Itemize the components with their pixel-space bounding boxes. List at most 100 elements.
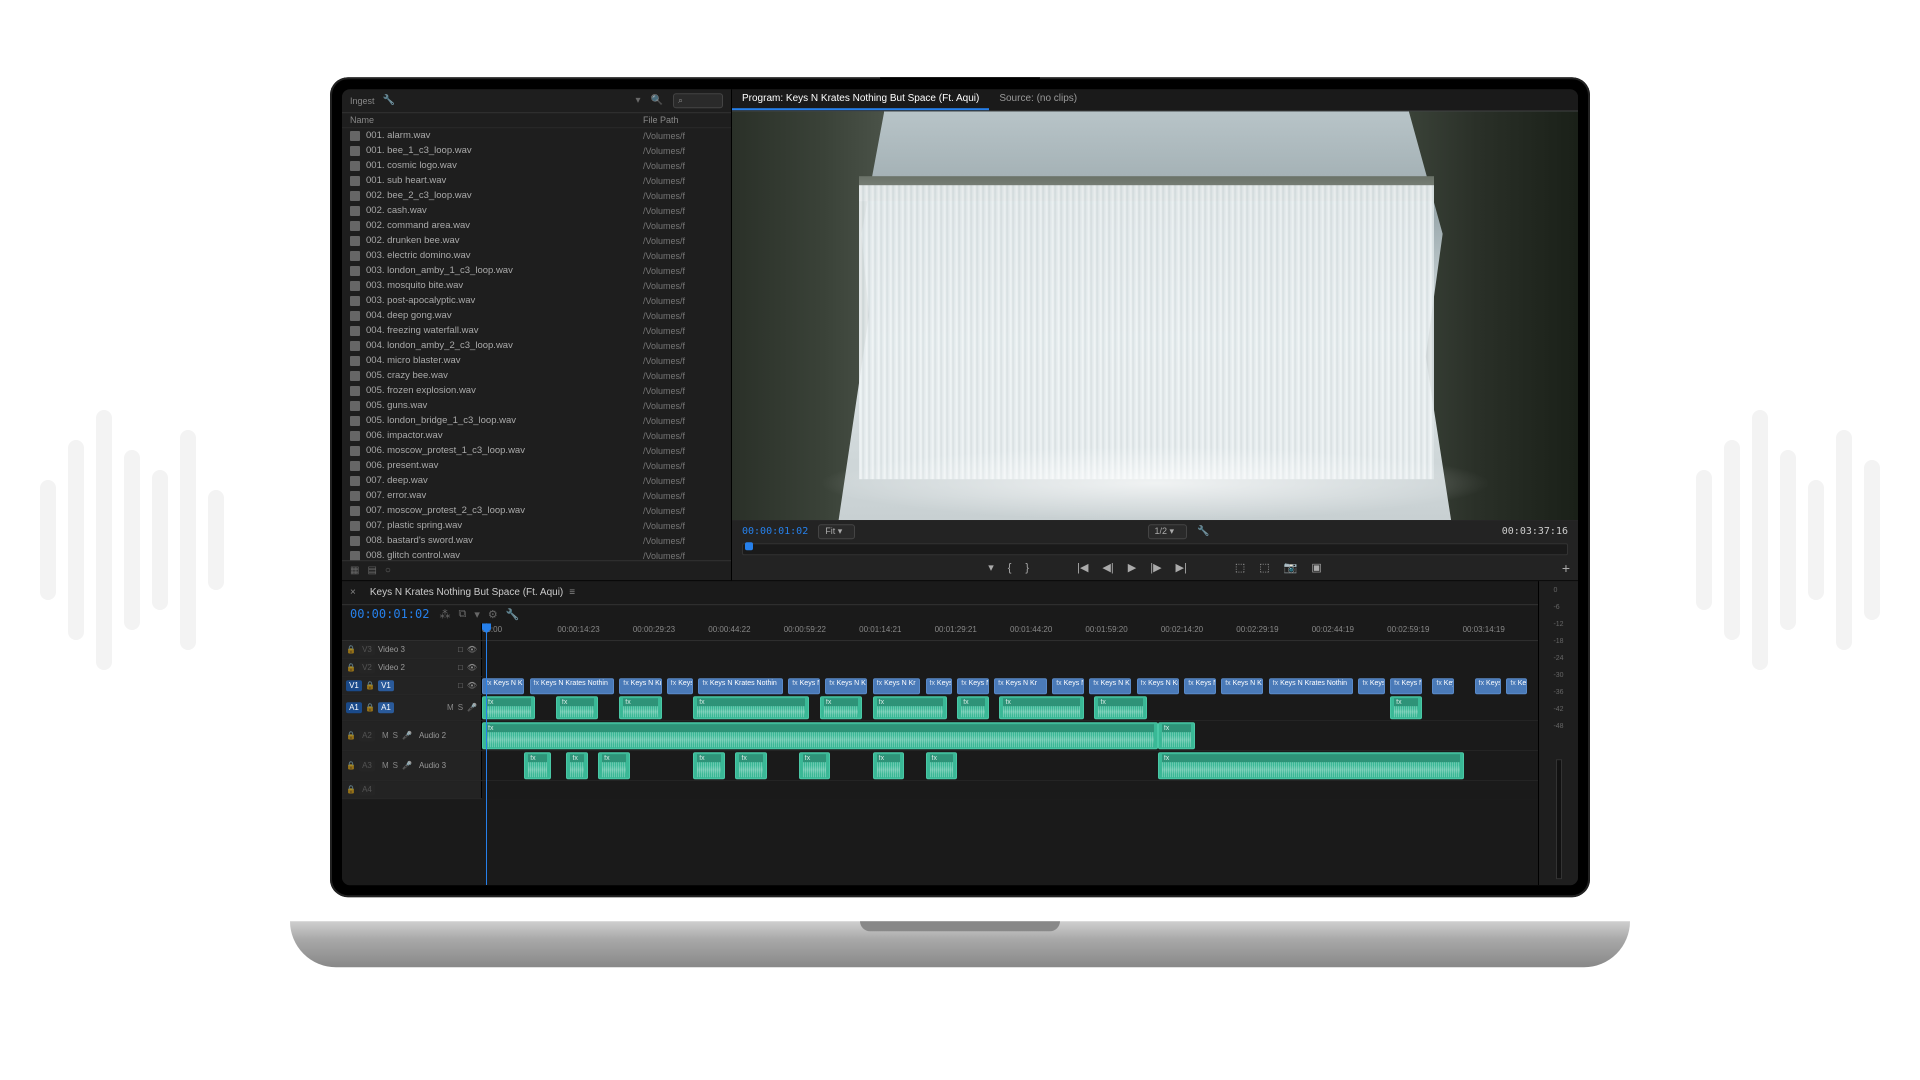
step-forward-icon[interactable]: |▶ — [1150, 561, 1161, 574]
zoom-ratio-select[interactable]: 1/2 ▾ — [1148, 524, 1188, 539]
video-clip[interactable]: fx Keys N — [1432, 678, 1453, 694]
media-file-row[interactable]: 002. bee_2_c3_loop.wav/Volumes/f — [342, 188, 731, 203]
audio-clip[interactable]: fx — [999, 696, 1083, 719]
search-icon[interactable]: 🔍 — [651, 95, 663, 106]
program-monitor-viewport[interactable] — [732, 111, 1578, 520]
media-file-row[interactable]: 001. alarm.wav/Volumes/f — [342, 128, 731, 143]
track-header-a4[interactable]: 🔒 A4 — [342, 781, 482, 798]
mute-icon[interactable]: M — [382, 761, 389, 770]
track-header-a2[interactable]: 🔒 A2 MS🎤 Audio 2 — [342, 721, 482, 750]
lock-icon[interactable]: 🔒 — [346, 785, 356, 794]
add-marker-icon[interactable]: ▾ — [988, 561, 994, 574]
media-file-row[interactable]: 001. sub heart.wav/Volumes/f — [342, 173, 731, 188]
audio-clip[interactable]: fx — [1094, 696, 1147, 719]
media-file-row[interactable]: 001. bee_1_c3_loop.wav/Volumes/f — [342, 143, 731, 158]
audio-clip[interactable]: fx — [1158, 752, 1464, 779]
toggle-output-icon[interactable]: □ — [458, 645, 463, 654]
media-file-row[interactable]: 006. impactor.wav/Volumes/f — [342, 428, 731, 443]
track-v3[interactable] — [482, 641, 1538, 659]
media-file-row[interactable]: 003. post-apocalyptic.wav/Volumes/f — [342, 293, 731, 308]
solo-icon[interactable]: S — [458, 703, 463, 712]
lock-icon[interactable]: 🔒 — [346, 645, 356, 654]
media-file-row[interactable]: 005. london_bridge_1_c3_loop.wav/Volumes… — [342, 413, 731, 428]
list-view-icon[interactable]: ▦ — [350, 565, 359, 576]
media-file-row[interactable]: 004. micro blaster.wav/Volumes/f — [342, 353, 731, 368]
mark-out-icon[interactable]: } — [1025, 562, 1029, 574]
wrench-icon[interactable]: 🔧 — [383, 95, 395, 106]
marker-icon[interactable]: ▾ — [474, 608, 480, 621]
audio-clip[interactable]: fx — [799, 752, 831, 779]
timeline-timecode[interactable]: 00:00:01:02 — [350, 607, 429, 621]
media-file-row[interactable]: 007. deep.wav/Volumes/f — [342, 473, 731, 488]
go-to-out-icon[interactable]: ▶| — [1176, 561, 1187, 574]
media-file-row[interactable]: 002. command area.wav/Volumes/f — [342, 218, 731, 233]
media-file-row[interactable]: 005. frozen explosion.wav/Volumes/f — [342, 383, 731, 398]
lift-icon[interactable]: ⬚ — [1235, 561, 1245, 574]
search-input[interactable]: ⌕ — [673, 93, 723, 108]
video-clip[interactable]: fx Keys N — [1475, 678, 1501, 694]
mark-in-icon[interactable]: { — [1008, 562, 1012, 574]
media-file-row[interactable]: 005. guns.wav/Volumes/f — [342, 398, 731, 413]
video-clip[interactable]: fx Keys N Kr — [1137, 678, 1179, 694]
media-file-row[interactable]: 001. cosmic logo.wav/Volumes/f — [342, 158, 731, 173]
toggle-output-icon[interactable]: □ — [458, 681, 463, 690]
media-file-row[interactable]: 008. glitch control.wav/Volumes/f — [342, 548, 731, 560]
sequence-tab[interactable]: Keys N Krates Nothing But Space (Ft. Aqu… — [364, 585, 581, 600]
video-clip[interactable]: fx Keys N Kr — [994, 678, 1047, 694]
video-clip[interactable]: fx Keys N — [1358, 678, 1384, 694]
extract-icon[interactable]: ⬚ — [1259, 561, 1269, 574]
video-clip[interactable]: fx Keys N — [1390, 678, 1422, 694]
lock-icon[interactable]: 🔒 — [365, 681, 375, 690]
video-clip[interactable]: fx Keys N Kr — [1089, 678, 1131, 694]
track-header-a3[interactable]: 🔒 A3 MS🎤 Audio 3 — [342, 751, 482, 780]
video-clip[interactable]: fx Keys N Kr — [482, 678, 524, 694]
audio-clip[interactable]: fx — [566, 752, 587, 779]
audio-clip[interactable]: fx — [1390, 696, 1422, 719]
media-file-row[interactable]: 003. mosquito bite.wav/Volumes/f — [342, 278, 731, 293]
scrub-playhead[interactable] — [745, 542, 753, 550]
program-scrub-bar[interactable] — [742, 543, 1568, 555]
track-v2[interactable] — [482, 659, 1538, 677]
audio-clip[interactable]: fx — [820, 696, 862, 719]
audio-clip[interactable]: fx — [873, 752, 905, 779]
track-a1[interactable]: fxfxfxfxfxfxfxfxfxfx — [482, 695, 1538, 720]
mute-icon[interactable]: M — [447, 703, 454, 712]
lock-icon[interactable]: 🔒 — [365, 703, 375, 712]
voiceover-icon[interactable]: 🎤 — [402, 731, 412, 740]
voiceover-icon[interactable]: 🎤 — [402, 761, 412, 770]
program-tab[interactable]: Program: Keys N Krates Nothing But Space… — [732, 89, 989, 110]
wrench-icon[interactable]: 🔧 — [1197, 526, 1209, 537]
audio-clip[interactable]: fx — [926, 752, 958, 779]
track-header-a1[interactable]: A1 🔒 A1 MS🎤 — [342, 695, 482, 720]
media-file-row[interactable]: 004. london_amby_2_c3_loop.wav/Volumes/f — [342, 338, 731, 353]
media-file-row[interactable]: 004. deep gong.wav/Volumes/f — [342, 308, 731, 323]
settings-icon[interactable]: ⚙ — [488, 608, 498, 621]
video-clip[interactable]: fx Keys N Kr — [619, 678, 661, 694]
eye-icon[interactable]: 👁 — [467, 645, 477, 654]
track-a3[interactable]: fxfxfxfxfxfxfxfxfx — [482, 751, 1538, 780]
go-to-in-icon[interactable]: |◀ — [1077, 561, 1088, 574]
video-clip[interactable]: fx Keys N — [1506, 678, 1527, 694]
thumb-view-icon[interactable]: ▤ — [367, 565, 376, 576]
audio-clip[interactable]: fx — [482, 722, 1158, 749]
column-path[interactable]: File Path — [643, 115, 723, 125]
track-header-v2[interactable]: 🔒 V2 Video 2 □👁 — [342, 659, 482, 676]
video-clip[interactable]: fx Keys N Kr — [825, 678, 867, 694]
play-icon[interactable]: ▶ — [1128, 561, 1136, 574]
lock-icon[interactable]: 🔒 — [346, 731, 356, 740]
track-header-v3[interactable]: 🔒 V3 Video 3 □👁 — [342, 641, 482, 658]
media-file-list[interactable]: 001. alarm.wav/Volumes/f001. bee_1_c3_lo… — [342, 128, 731, 560]
video-clip[interactable]: fx Keys N — [926, 678, 952, 694]
comparison-icon[interactable]: ▣ — [1311, 561, 1321, 574]
media-file-row[interactable]: 003. electric domino.wav/Volumes/f — [342, 248, 731, 263]
filter-icon[interactable]: ▾ — [636, 95, 641, 106]
voiceover-icon[interactable]: 🎤 — [467, 703, 477, 712]
audio-clip[interactable]: fx — [524, 752, 550, 779]
linked-selection-icon[interactable]: ⧉ — [458, 608, 466, 621]
media-file-row[interactable]: 002. cash.wav/Volumes/f — [342, 203, 731, 218]
video-clip[interactable]: fx Keys N Krates Nothin — [1269, 678, 1353, 694]
media-file-row[interactable]: 003. london_amby_1_c3_loop.wav/Volumes/f — [342, 263, 731, 278]
timeline-ruler[interactable]: 00:0000:00:14:2300:00:29:2300:00:44:2200… — [482, 623, 1538, 640]
track-v1[interactable]: fx Keys N Kr fx Keys N Krates Nothin fx Ke… — [482, 677, 1538, 695]
close-icon[interactable]: ≡ — [569, 587, 575, 598]
